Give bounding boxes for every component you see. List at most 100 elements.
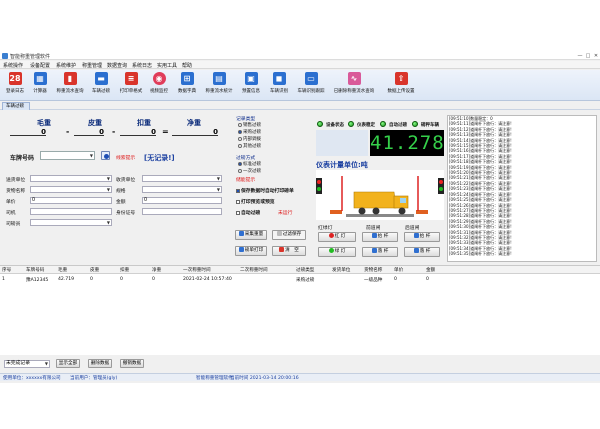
toolbar-preset[interactable]: ▣ 预置信息 [238,72,264,100]
record-type-title: 记录类型 [236,117,256,122]
app-icon [2,53,8,59]
toolbar-dictionary[interactable]: ⊞ 数据字典 [174,72,200,100]
auto-weigh-checkbox[interactable]: 自动过磅 [236,209,260,216]
radio-sales[interactable]: 销售过磅 [238,122,261,128]
menu-device[interactable]: 设备配置 [30,62,50,69]
consignor-label: 送货单位 [6,178,26,183]
window-title: 智能称重管理软件 [10,54,51,60]
record-filter-select[interactable]: 未完成记录 ▼ [4,360,50,368]
green-light-button[interactable]: 绿 灯 [318,247,356,257]
scale-platform [346,214,414,217]
radio-purchase[interactable]: 采购过磅 [238,129,261,135]
front-gate-lower-button[interactable]: 落 杆 [362,247,398,257]
clear-icon [279,247,285,252]
lower-icon [413,248,419,253]
menu-help[interactable]: 帮助 [182,62,192,69]
plate-label: 车牌号码 [10,155,35,162]
consignor-field[interactable]: ▼ [30,175,112,182]
operator-label: 司磅员 [6,222,21,227]
weighbridge-scene [316,170,444,220]
maximize-button[interactable]: □ [584,52,592,60]
toolbar: 28 登录日志 ▦ 计算器 ▮ 称重流水查询 ▬ 车辆过磅 ≡ 打印单格式 ◉ 视频监控 ⊞… [0,70,600,101]
amount-label: 金额 [116,200,126,205]
status-user: 当前用户：管理员(gly) [70,376,118,381]
toolbar-login-log[interactable]: 28 登录日志 [2,72,28,100]
show-all-button[interactable]: 显示全部 [56,359,80,368]
print-slip-button[interactable]: 磅单打印 [235,246,267,256]
calendar-icon: 28 [8,72,22,85]
menu-tools[interactable]: 实用工具 [157,62,177,69]
minus-sign: - [66,127,70,136]
red-light-button[interactable]: 红 灯 [318,232,356,242]
toolbar-print-format[interactable]: ≡ 打印单格式 [116,72,146,100]
toolbar-weigh-query[interactable]: ▮ 称重流水查询 [54,72,86,100]
toolbar-tracking[interactable]: ▭ 车辆识别跟踪 [294,72,328,100]
driver-label: 司机 [6,211,16,216]
toolbar-video[interactable]: ◉ 视频监控 [146,72,172,100]
chevron-down-icon: ▼ [89,153,93,158]
auto-print-checkbox[interactable]: 保存数据时自动打印磅单 [236,187,294,194]
records-table[interactable]: 序号 车牌号码 毛重 皮重 扣重 净重 一次称重时间 二次称重时间 过磅类型 发… [0,265,600,355]
net-label: 净重 [187,119,201,127]
tracking-icon: ▭ [304,72,318,85]
title-bar: 智能称重管理软件 — □ ✕ [0,52,600,60]
deduct-value: 0 [120,128,156,136]
print-preview-checkbox[interactable]: 打印预览或预览 [236,198,275,205]
cargo-field[interactable]: ▼ [30,186,112,193]
back-gate-label: 后道闸 [405,226,420,231]
radio-standard[interactable]: 标准过磅 [238,161,261,167]
radio-single[interactable]: 一次过磅 [238,168,261,174]
operator-field[interactable]: ▼ [30,219,112,226]
amount-field[interactable]: 0 [142,197,222,204]
toolbar-plate-recognition[interactable]: ◼ 车辆识别 [266,72,292,100]
undo-data-button[interactable]: 撤销数据 [120,359,144,368]
table-header: 序号 车牌号码 毛重 皮重 扣重 净重 一次称重时间 二次称重时间 过磅类型 发… [0,266,600,274]
spec-field[interactable]: ▼ [142,186,222,193]
receiver-field[interactable]: ▼ [142,175,222,182]
radio-internal[interactable]: 内部调拨 [238,136,261,142]
clear-button[interactable]: 清 空 [272,246,306,256]
delete-data-button[interactable]: 删除数据 [88,359,112,368]
toolbar-upload-settings[interactable]: ⇧ 数据上传设置 [384,72,418,100]
preset-icon: ▣ [244,72,258,85]
front-gate-raise-button[interactable]: 抬 杆 [362,232,398,242]
log-line: [09:51:35]道闸杆下放行：请注意! [449,251,512,257]
toolbar-calculator[interactable]: ▦ 计算器 [28,72,52,100]
search-icon [104,154,109,159]
toolbar-statistics[interactable]: ▤ 称重流水统计 [202,72,236,100]
status-software: 智能称重管理软件 [196,376,233,381]
price-field[interactable]: 0 [30,197,112,204]
plate-search-button[interactable] [101,151,110,160]
statistics-icon: ▤ [212,72,226,85]
toolbar-deleted-query[interactable]: ∿ 已删除称重流水查询 [330,72,378,100]
toolbar-vehicle-weigh[interactable]: ▬ 车辆过磅 [88,72,114,100]
net-value: 0 [172,128,218,136]
print-form-icon: ≡ [124,72,138,85]
close-button[interactable]: ✕ [592,52,600,60]
event-log[interactable]: [09:51:10]数量稳定：0 [09:51:11]道闸杆下放行：请注意! [09… [447,115,597,262]
plate-input[interactable]: ▼ [40,151,95,160]
hint-label: 储能提示 [236,178,256,183]
menu-query[interactable]: 数据查询 [107,62,127,69]
minimize-button[interactable]: — [576,52,584,60]
tab-vehicle-weigh[interactable]: 车辆过磅 [2,102,30,110]
tare-value: 0 [74,128,104,136]
menu-weighing[interactable]: 称重管理 [82,62,102,69]
filter-save-button[interactable]: 过滤保存 [272,230,306,240]
back-gate-lower-button[interactable]: 落 杆 [404,247,440,257]
truck-icon: ▬ [94,72,108,85]
menu-system[interactable]: 系统操作 [3,62,23,69]
auto-weigh-status: 未运行 [278,211,293,216]
capture-weight-button[interactable]: 采集重量 [235,230,267,240]
back-gate-raise-button[interactable]: 抬 杆 [404,232,440,242]
menu-log[interactable]: 系统日志 [132,62,152,69]
radio-other[interactable]: 其他过磅 [238,143,261,149]
weigh-mode-title: 过磅方式 [236,156,256,161]
menu-maintenance[interactable]: 系统维护 [56,62,76,69]
deleted-records-icon: ∿ [347,72,361,85]
device-status-lamp [317,121,323,127]
driver-id-field[interactable] [142,208,222,215]
traffic-light-label: 红绿灯 [318,226,333,231]
spec-label: 规格 [116,189,126,194]
driver-field[interactable] [30,208,112,215]
